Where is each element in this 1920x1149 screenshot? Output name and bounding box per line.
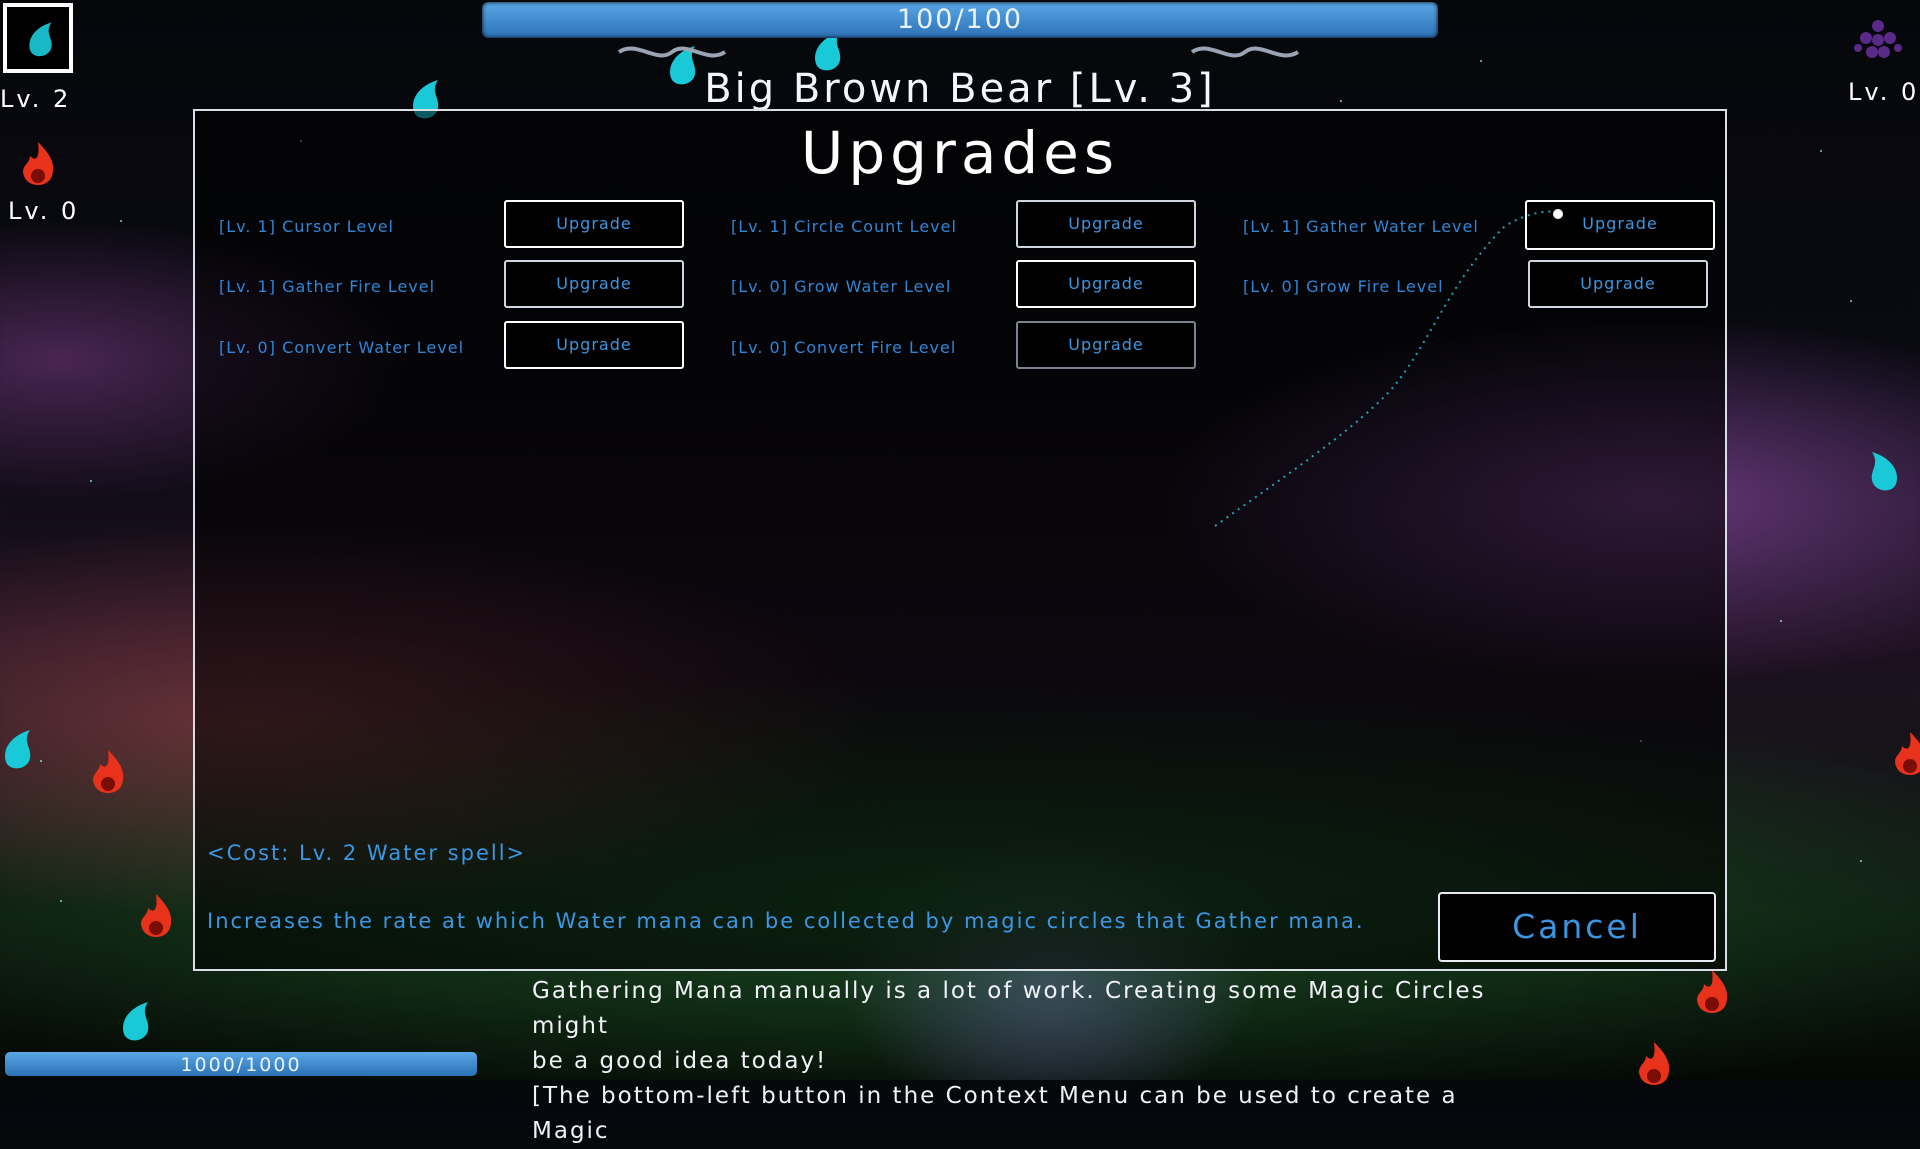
dialogue-line: [The bottom-left button in the Context M… [532, 1083, 1458, 1144]
upgrade-label-convert-fire: [Lv. 0] Convert Fire Level [731, 338, 957, 357]
dialogue-line: Gathering Mana manually is a lot of work… [532, 978, 1486, 1039]
enemy-health-bar: 100/100 [482, 2, 1438, 38]
upgrade-label-cursor: [Lv. 1] Cursor Level [219, 217, 394, 236]
player-mana-bar: 1000/1000 [5, 1052, 477, 1076]
fire-icon [1895, 732, 1920, 775]
upgrade-button-convert-fire[interactable]: Upgrade [1016, 321, 1196, 369]
fire-icon [1697, 970, 1728, 1013]
upgrade-label-gather-fire: [Lv. 1] Gather Fire Level [219, 277, 436, 296]
upgrades-dialog: Upgrades [Lv. 1] Cursor Level Upgrade [L… [193, 109, 1727, 971]
cancel-button[interactable]: Cancel [1438, 892, 1716, 962]
player-mana-text: 1000/1000 [180, 1054, 302, 1076]
fire-icon [141, 894, 172, 937]
cursor-trail-icon [1214, 209, 1563, 527]
dialogue-line: be a good idea today! [532, 1048, 828, 1074]
enemy-name: Big Brown Bear [Lv. 3] [704, 66, 1216, 112]
upgrade-cost: <Cost: Lv. 2 Water spell> [207, 841, 527, 865]
water-spell-slot[interactable] [3, 3, 73, 73]
upgrade-label-grow-water: [Lv. 0] Grow Water Level [731, 277, 952, 296]
water-drop-icon [5, 730, 31, 769]
upgrade-button-gather-fire[interactable]: Upgrade [504, 260, 684, 308]
dark-level-label: Lv. 0 [1848, 78, 1920, 106]
dark-crystal-icon [1854, 20, 1902, 58]
upgrade-label-circle-count: [Lv. 1] Circle Count Level [731, 217, 957, 236]
tutorial-dialogue: Gathering Mana manually is a lot of work… [532, 974, 1512, 1149]
upgrade-button-cursor[interactable]: Upgrade [504, 200, 684, 248]
water-drop-icon [123, 1002, 149, 1041]
dialog-title: Upgrades [800, 119, 1120, 187]
fire-icon [23, 142, 54, 185]
upgrade-button-circle-count[interactable]: Upgrade [1016, 200, 1196, 248]
upgrade-button-grow-water[interactable]: Upgrade [1016, 260, 1196, 308]
enemy-health-text: 100/100 [896, 4, 1024, 35]
fire-icon [93, 750, 124, 793]
fire-level-label: Lv. 0 [8, 197, 80, 225]
ornament-right-icon [1190, 46, 1300, 58]
ornament-left-icon [617, 46, 727, 58]
water-drop-icon [29, 22, 52, 57]
upgrade-button-convert-water[interactable]: Upgrade [504, 321, 684, 369]
fire-icon [1639, 1042, 1670, 1085]
water-level-label: Lv. 2 [0, 85, 72, 113]
upgrade-description: Increases the rate at which Water mana c… [207, 909, 1365, 933]
water-drop-icon [1871, 452, 1897, 491]
upgrade-label-convert-water: [Lv. 0] Convert Water Level [219, 338, 465, 357]
